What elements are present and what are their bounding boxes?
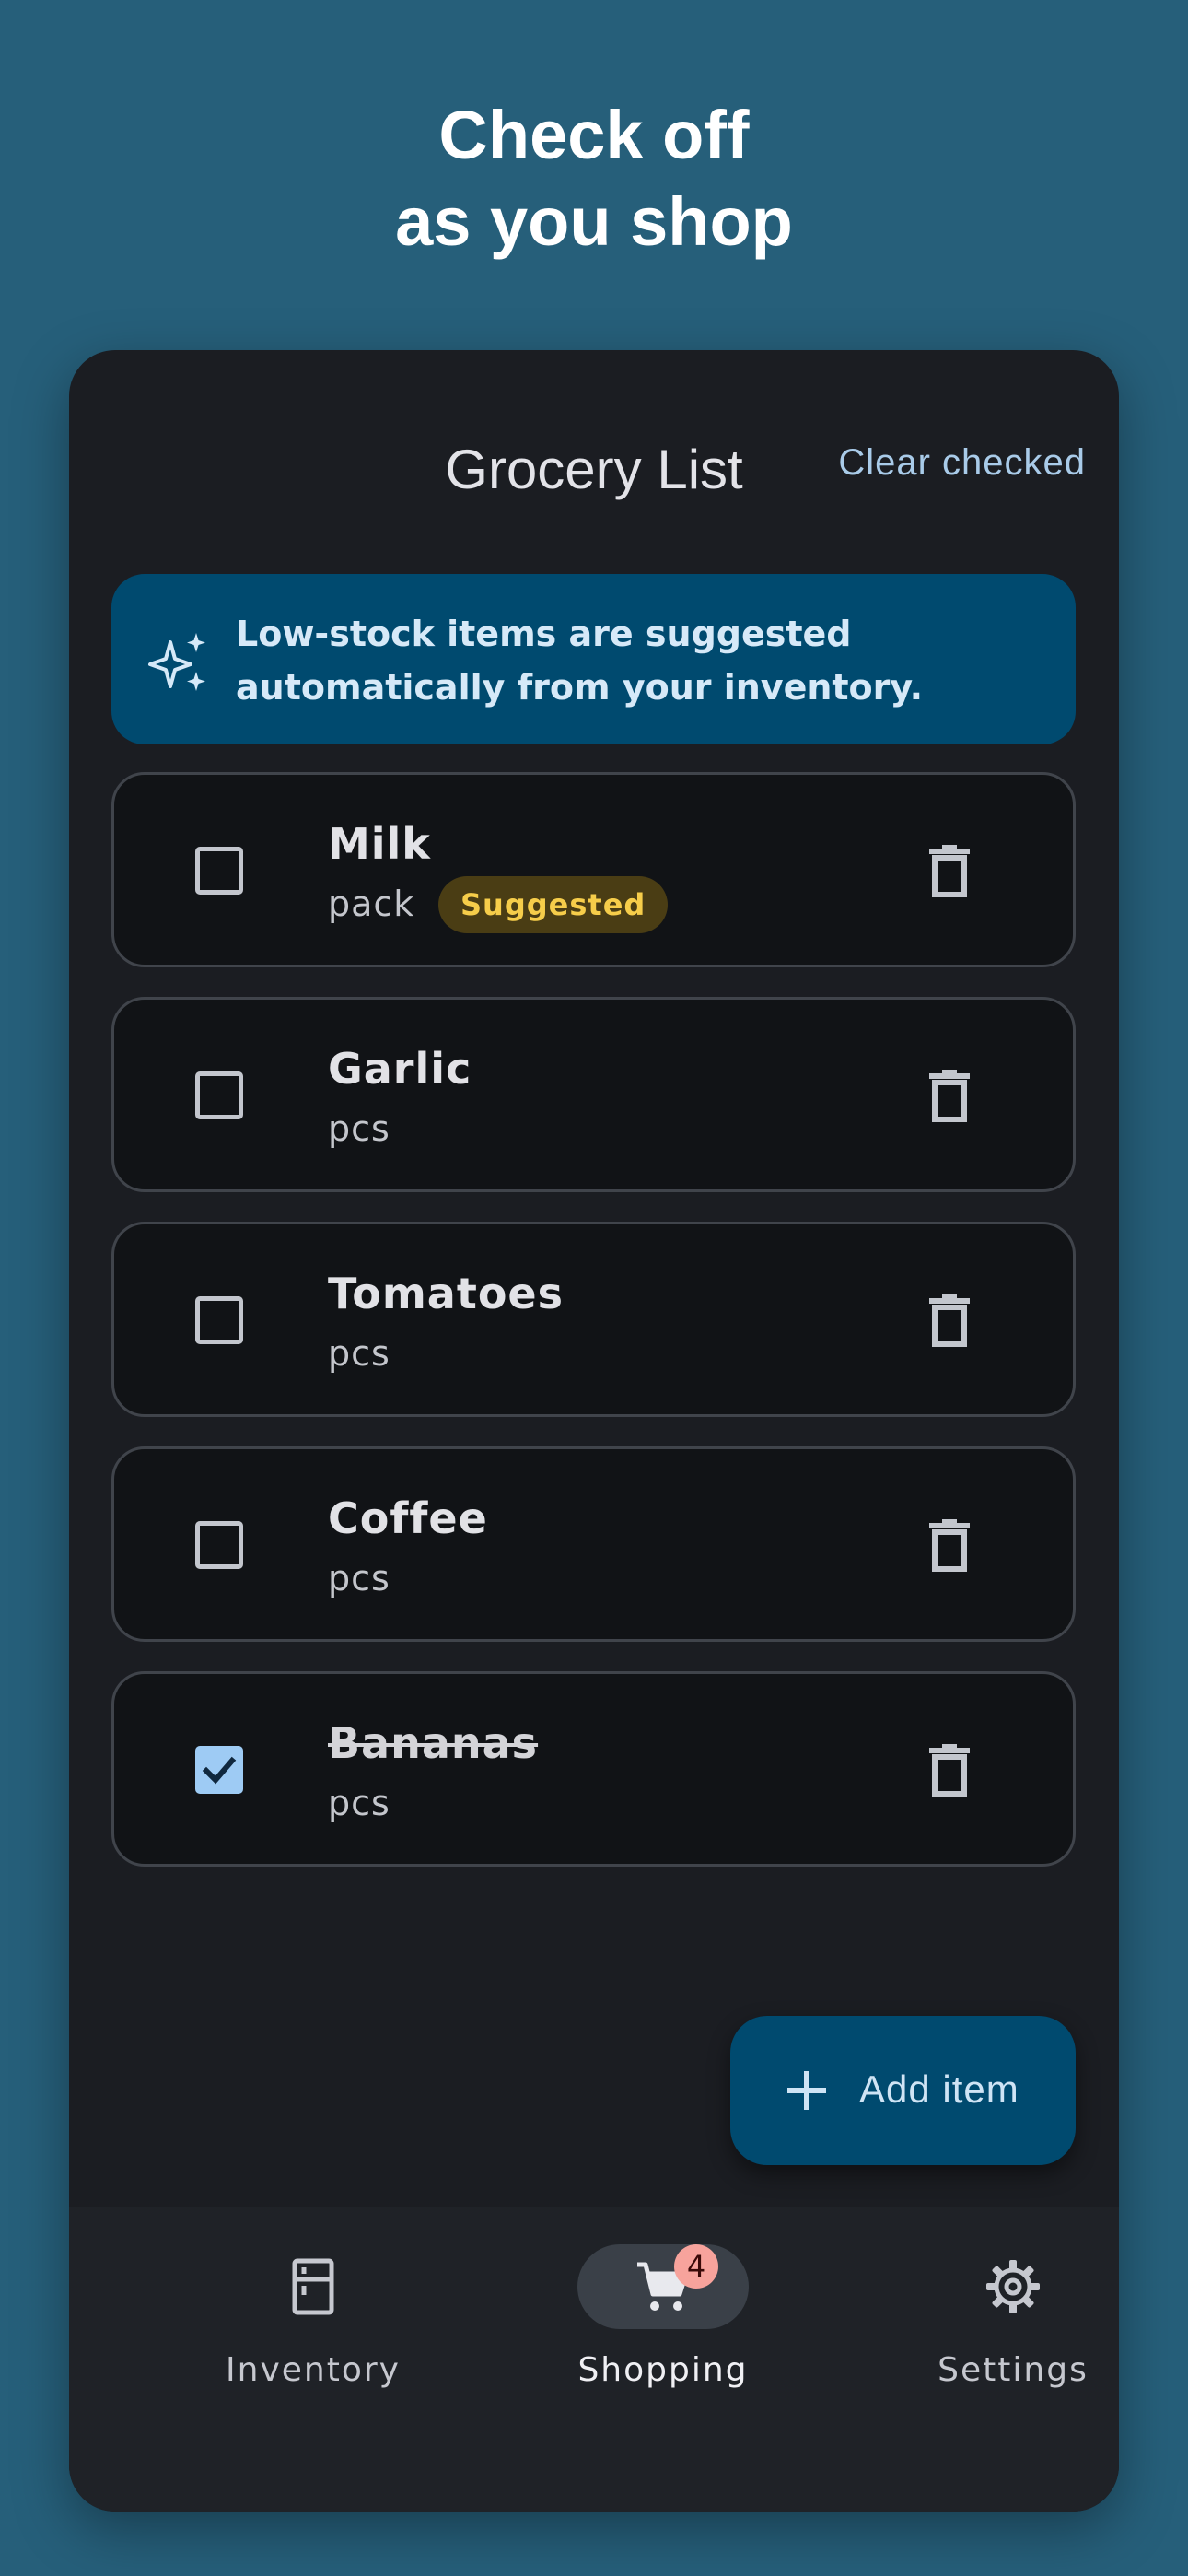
item-name: Garlic [328,1044,472,1094]
item-name: Milk [328,819,431,869]
nav-item-inventory[interactable]: Inventory [175,2244,451,2410]
nav-label: Inventory [226,2351,401,2389]
item-unit: pcs [328,1558,390,1598]
item-unit: pcs [328,1108,390,1149]
fridge-icon [292,2258,334,2315]
banner-text: Low-stock items are suggested automatica… [236,614,924,708]
trash-icon[interactable] [926,1744,973,1797]
trash-icon[interactable] [926,1519,973,1573]
nav-item-settings[interactable]: Settings [875,2244,1119,2410]
item-checkbox[interactable] [195,847,243,895]
trash-icon[interactable] [926,845,973,898]
checkmark-icon [202,1756,237,1785]
item-checkbox[interactable] [195,1521,243,1569]
phone-screen: Grocery List Clear checked Low-stock ite… [69,350,1119,2512]
item-name: Bananas [328,1718,539,1768]
nav-label: Settings [938,2351,1089,2389]
item-checkbox-checked[interactable] [195,1746,243,1794]
item-unit: pcs [328,1333,390,1374]
nav-label: Shopping [577,2351,749,2389]
item-name: Tomatoes [328,1269,565,1318]
item-unit: pcs [328,1783,390,1823]
trash-icon[interactable] [926,1294,973,1348]
sparkle-icon [148,633,205,691]
list-item[interactable]: Tomatoes pcs [111,1222,1076,1417]
list-item[interactable]: Milk pack Suggested [111,772,1076,967]
item-checkbox[interactable] [195,1296,243,1344]
item-unit: pack [328,884,415,924]
nav-item-shopping[interactable]: 4 Shopping [525,2244,801,2410]
add-item-button[interactable]: Add item [730,2016,1076,2165]
gear-icon [986,2260,1040,2313]
bottom-navigation: Inventory 4 Shopping Settings [69,2207,1119,2512]
suggested-badge: Suggested [438,876,669,933]
list-item[interactable]: Coffee pcs [111,1446,1076,1642]
cart-count-badge: 4 [674,2244,718,2289]
item-name: Coffee [328,1493,488,1543]
suggestion-banner: Low-stock items are suggested automatica… [111,574,1076,744]
trash-icon[interactable] [926,1070,973,1123]
list-item[interactable]: Garlic pcs [111,997,1076,1192]
plus-icon [787,2071,826,2110]
promo-title-line2: as you shop [395,183,793,260]
add-item-label: Add item [859,2067,1019,2111]
item-checkbox[interactable] [195,1071,243,1119]
clear-checked-button[interactable]: Clear checked [838,442,1086,484]
promo-title: Check off as you shop [0,92,1188,265]
promo-title-line1: Check off [438,97,750,173]
list-item[interactable]: Bananas pcs [111,1671,1076,1867]
